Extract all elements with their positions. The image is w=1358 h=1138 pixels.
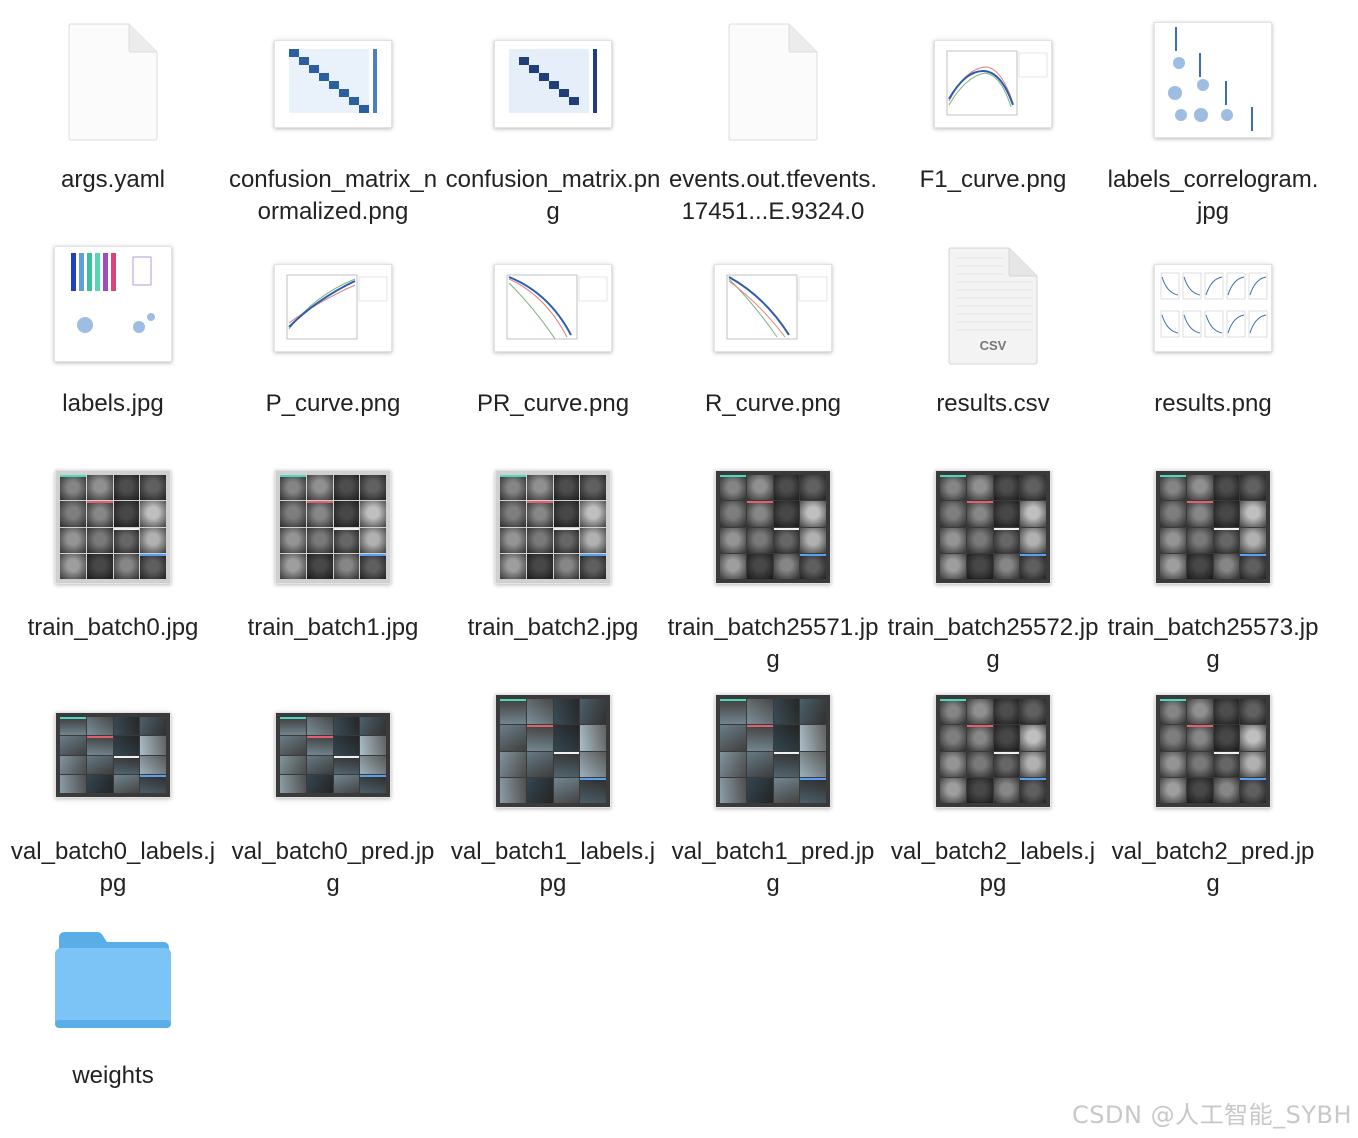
file-item[interactable]: F1_curve.png <box>883 10 1103 234</box>
file-item[interactable]: train_batch1.jpg <box>223 458 443 682</box>
file-name: events.out.tfevents.17451...E.9324.0 <box>668 166 878 225</box>
file-name: train_batch2.jpg <box>467 614 639 641</box>
file-name: labels_correlogram.jpg <box>1107 166 1319 225</box>
image-thumbnail <box>715 694 831 808</box>
file-item[interactable]: train_batch25572.jpg <box>883 458 1103 682</box>
file-item[interactable]: labels_correlogram.jpg <box>1103 10 1323 234</box>
f1-curve-thumbnail <box>934 40 1052 128</box>
labels-thumbnail <box>54 246 172 362</box>
file-name: train_batch25572.jpg <box>887 614 1099 673</box>
folder-name: weights <box>72 1062 154 1089</box>
document-icon <box>68 23 158 141</box>
file-name: val_batch1_pred.jpg <box>671 838 875 897</box>
folder-icon <box>55 932 171 1028</box>
file-name: train_batch25571.jpg <box>667 614 879 673</box>
file-name: val_batch2_pred.jpg <box>1111 838 1315 897</box>
file-name: train_batch0.jpg <box>27 614 199 641</box>
image-thumbnail <box>715 470 831 584</box>
file-name: args.yaml <box>60 166 166 193</box>
file-name: PR_curve.png <box>476 390 630 417</box>
file-item[interactable]: val_batch2_pred.jpg <box>1103 682 1323 906</box>
file-item[interactable]: val_batch1_labels.jpg <box>443 682 663 906</box>
correlogram-thumbnail <box>1154 22 1272 138</box>
image-thumbnail <box>935 470 1051 584</box>
folder-item[interactable]: weights <box>3 906 223 1130</box>
csv-file-icon: CSV <box>947 246 1039 366</box>
file-item[interactable]: R_curve.png <box>663 234 883 458</box>
file-name: train_batch25573.jpg <box>1107 614 1319 673</box>
file-item[interactable]: val_batch0_labels.jpg <box>3 682 223 906</box>
file-item[interactable]: train_batch2.jpg <box>443 458 663 682</box>
file-name: confusion_matrix_normalized.png <box>228 166 438 225</box>
p-curve-thumbnail <box>274 264 392 352</box>
image-thumbnail <box>275 712 391 798</box>
file-item[interactable]: train_batch25571.jpg <box>663 458 883 682</box>
file-item[interactable]: confusion_matrix_normalized.png <box>223 10 443 234</box>
watermark: CSDN @人工智能_SYBH <box>1072 1101 1352 1129</box>
results-thumbnail <box>1154 264 1272 352</box>
confusion-matrix-thumbnail <box>274 40 392 128</box>
file-name: labels.jpg <box>62 390 164 417</box>
pr-curve-thumbnail <box>494 264 612 352</box>
file-item[interactable]: PR_curve.png <box>443 234 663 458</box>
file-name: F1_curve.png <box>919 166 1067 193</box>
file-item[interactable]: P_curve.png <box>223 234 443 458</box>
r-curve-thumbnail <box>714 264 832 352</box>
image-thumbnail <box>495 694 611 808</box>
confusion-matrix-thumbnail <box>494 40 612 128</box>
file-name: results.csv <box>936 390 1050 417</box>
image-thumbnail <box>935 694 1051 808</box>
file-item[interactable]: results.png <box>1103 234 1323 458</box>
file-name: R_curve.png <box>704 390 842 417</box>
file-name: val_batch0_labels.jpg <box>10 838 216 897</box>
file-item[interactable]: val_batch1_pred.jpg <box>663 682 883 906</box>
file-item[interactable]: args.yaml <box>3 10 223 234</box>
file-name: train_batch1.jpg <box>247 614 419 641</box>
image-thumbnail <box>55 712 171 798</box>
file-item[interactable]: confusion_matrix.png <box>443 10 663 234</box>
file-name: confusion_matrix.png <box>445 166 661 225</box>
file-name: val_batch1_labels.jpg <box>450 838 656 897</box>
file-item[interactable]: val_batch2_labels.jpg <box>883 682 1103 906</box>
file-item[interactable]: events.out.tfevents.17451...E.9324.0 <box>663 10 883 234</box>
document-icon <box>728 23 818 141</box>
image-thumbnail <box>1155 694 1271 808</box>
file-item[interactable]: CSV results.csv <box>883 234 1103 458</box>
image-thumbnail <box>55 470 171 584</box>
file-grid: args.yaml confusion_matrix_normalized.pn… <box>0 0 1358 1138</box>
file-item[interactable]: train_batch0.jpg <box>3 458 223 682</box>
file-name: val_batch2_labels.jpg <box>890 838 1096 897</box>
file-name: val_batch0_pred.jpg <box>231 838 435 897</box>
file-name: P_curve.png <box>265 390 401 417</box>
file-item[interactable]: train_batch25573.jpg <box>1103 458 1323 682</box>
file-item[interactable]: labels.jpg <box>3 234 223 458</box>
image-thumbnail <box>1155 470 1271 584</box>
csv-badge: CSV <box>979 338 1007 353</box>
image-thumbnail <box>495 470 611 584</box>
image-thumbnail <box>275 470 391 584</box>
file-name: results.png <box>1154 390 1272 417</box>
file-item[interactable]: val_batch0_pred.jpg <box>223 682 443 906</box>
